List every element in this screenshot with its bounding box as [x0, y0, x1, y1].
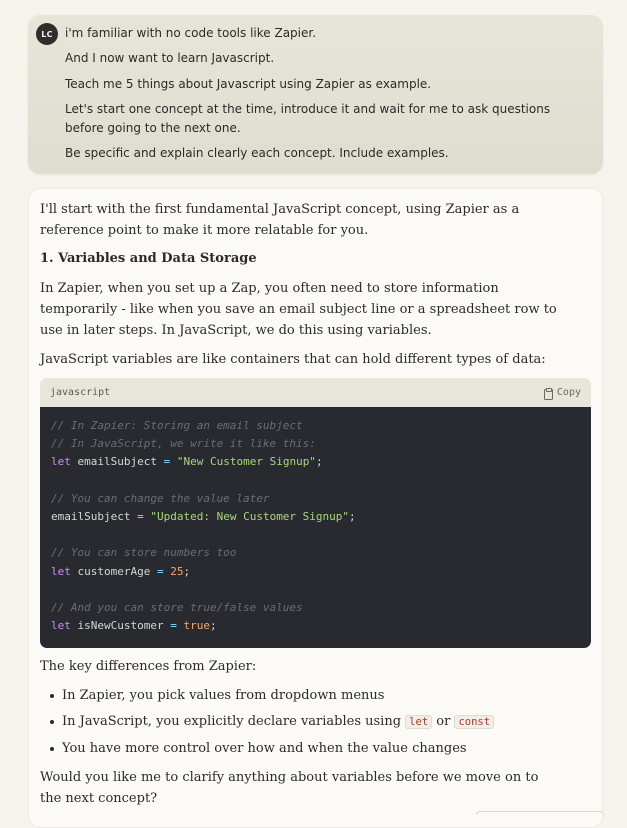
user-avatar: LC	[36, 23, 58, 45]
list-item-text: You have more control over how and when …	[62, 741, 467, 756]
code-punct: ;	[209, 619, 217, 633]
code-identifier: emailSubject	[51, 510, 131, 524]
copy-label: Copy	[556, 387, 581, 398]
closing-question: Would you like me to clarify anything ab…	[40, 770, 539, 806]
code-operator: =	[170, 619, 177, 633]
inline-code-let: let	[405, 715, 433, 729]
list-item-text: In JavaScript, you explicitly declare va…	[62, 714, 406, 729]
section-heading: 1. Variables and Data Storage	[40, 251, 257, 266]
code-punct: ;	[183, 564, 191, 578]
copy-icon	[543, 387, 553, 400]
list-item-text: In Zapier, you pick values from dropdown…	[62, 688, 385, 703]
code-operator: =	[156, 564, 164, 578]
code-content: // In Zapier: Storing an email subject /…	[40, 407, 591, 648]
code-identifier: emailSubject	[77, 455, 157, 469]
code-keyword: let	[51, 619, 71, 633]
code-comment: // In Zapier: Storing an email subject	[51, 419, 303, 432]
code-comment: // You can store numbers too	[51, 546, 237, 560]
bottom-edge-tab	[476, 811, 604, 815]
code-identifier: isNewCustomer	[77, 619, 164, 633]
explanation-paragraph: In Zapier, when you set up a Zap, you of…	[40, 281, 557, 338]
code-block-header: javascript Copy	[40, 378, 591, 407]
user-line-2: And I now want to learn Javascript.	[65, 51, 275, 66]
user-line-5: Be specific and explain clearly each con…	[65, 146, 449, 161]
user-line-3: Teach me 5 things about Javascript using…	[65, 76, 432, 91]
list-item: You have more control over how and when …	[50, 738, 570, 759]
code-comment: // In JavaScript, we write it like this:	[51, 437, 316, 451]
code-language-label: javascript	[50, 387, 111, 398]
list-item: In JavaScript, you explicitly declare va…	[50, 711, 570, 733]
code-keyword: let	[51, 564, 71, 578]
code-string: "New Customer Signup"	[176, 455, 316, 469]
code-boolean: true	[183, 619, 210, 633]
differences-list: In Zapier, you pick values from dropdown…	[50, 685, 570, 764]
code-block: javascript Copy // In Zapier: Storing an…	[40, 378, 591, 648]
code-identifier: customerAge	[77, 564, 151, 578]
user-message-text: i'm familiar with no code tools like Zap…	[65, 24, 585, 169]
intro-paragraph: I'll start with the first fundamental Ja…	[40, 202, 520, 238]
code-punct: ;	[349, 510, 356, 524]
code-number: 25	[170, 564, 184, 578]
code-string: "Updated: New Customer Signup"	[150, 510, 350, 524]
copy-button[interactable]: Copy	[543, 387, 581, 400]
list-item-text: or	[432, 714, 455, 729]
code-punct: ;	[315, 455, 323, 469]
list-item: In Zapier, you pick values from dropdown…	[50, 685, 570, 706]
assistant-message-card: I'll start with the first fundamental Ja…	[28, 188, 603, 828]
inline-code-const: const	[454, 715, 495, 729]
user-line-1: i'm familiar with no code tools like Zap…	[65, 26, 317, 40]
code-keyword: let	[51, 455, 71, 469]
user-message-card: LC i'm familiar with no code tools like …	[28, 15, 603, 174]
code-comment: // You can change the value later	[51, 491, 270, 505]
key-differences-label: The key differences from Zapier:	[40, 659, 257, 674]
code-operator: =	[163, 455, 171, 469]
code-operator: =	[137, 510, 144, 524]
variables-intro-paragraph: JavaScript variables are like containers…	[40, 352, 546, 367]
code-comment: // And you can store true/false values	[51, 601, 303, 615]
user-line-4: Let's start one concept at the time, int…	[65, 101, 551, 135]
